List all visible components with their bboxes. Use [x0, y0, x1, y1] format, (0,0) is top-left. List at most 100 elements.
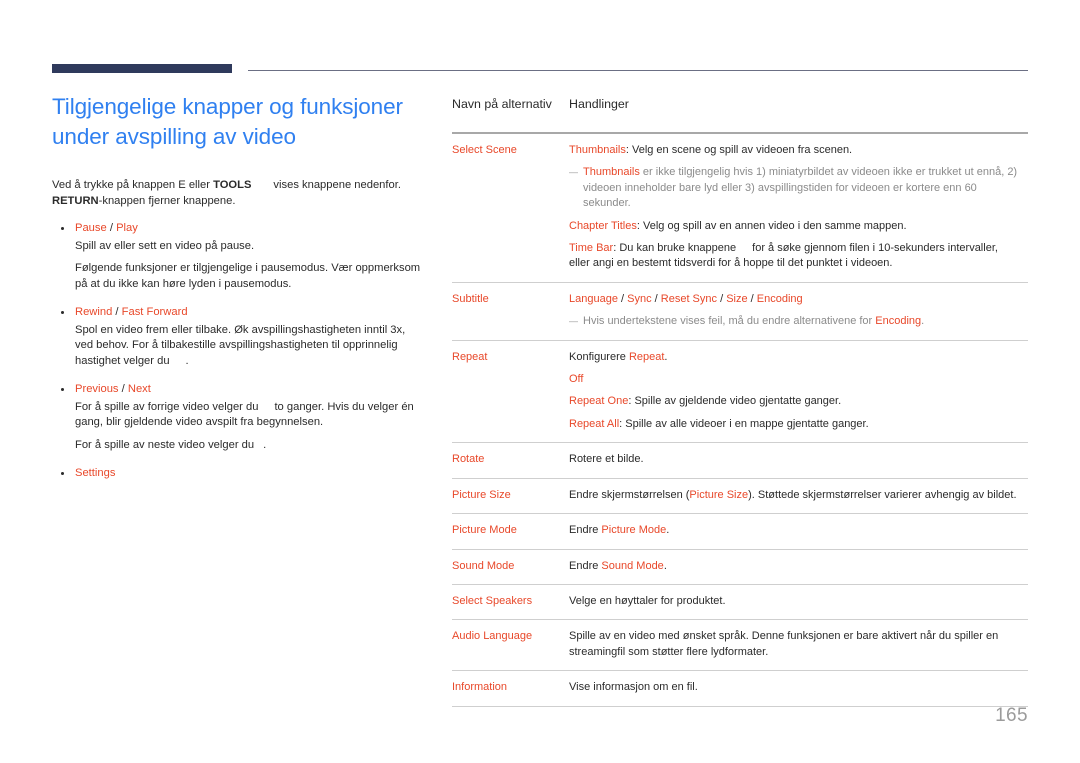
- term-fast-forward: Fast Forward: [121, 306, 188, 318]
- note-text-end: .: [921, 315, 925, 328]
- header-rule-thick: [52, 64, 232, 73]
- bullet-body: For å spille av forrige video velger du t…: [75, 400, 424, 431]
- button-function-list: Pause / Play Spill av eller sett en vide…: [52, 221, 424, 482]
- action-text-end: .: [666, 524, 670, 537]
- bullet-body-period: .: [185, 354, 189, 367]
- term-picture-mode: Picture Mode: [601, 524, 667, 537]
- table-row: Select Scene Thumbnails: Velg en scene o…: [452, 133, 1028, 283]
- row-actions-information: Vise informasjon om en fil.: [567, 670, 1028, 707]
- row-actions-repeat: Konfigurere Repeat. Off Repeat One: Spil…: [567, 340, 1028, 444]
- term-time-bar: Time Bar: [569, 242, 614, 255]
- table-row: Picture Size Endre skjermstørrelsen (Pic…: [452, 478, 1028, 515]
- action-text: : Spille av gjeldende video gjentatte ga…: [628, 395, 842, 408]
- action-text: : Du kan bruke knappene: [613, 242, 737, 255]
- page-title: Tilgjengelige knapper og funksjoner unde…: [52, 94, 403, 149]
- term-previous: Previous: [75, 383, 119, 395]
- action-line: Time Bar: Du kan bruke knappene for å søk…: [569, 241, 1018, 272]
- table-row: Audio Language Spille av en video med øn…: [452, 619, 1028, 672]
- action-text: : Spille av alle videoer i en mappe gjen…: [619, 417, 869, 430]
- bullet-body: Spill av eller sett en video på pause.: [75, 239, 255, 252]
- action-line: Language / Sync / Reset Sync / Size / En…: [569, 292, 803, 305]
- row-name-sound-mode: Sound Mode: [452, 549, 567, 585]
- term-language: Language: [569, 292, 618, 305]
- intro-tools-label: TOOLS: [213, 179, 252, 191]
- bullet-body: Spol en video frem eller tilbake. Øk avs…: [75, 323, 424, 370]
- slash-separator: /: [112, 306, 122, 318]
- term-repeat-all: Repeat All: [569, 417, 620, 430]
- table-header: Navn på alternativ Handlinger: [452, 96, 1028, 134]
- term-encoding-note: Encoding: [875, 315, 922, 328]
- term-play: Play: [116, 222, 138, 234]
- column-header-actions: Handlinger: [567, 96, 1028, 134]
- table-row: Picture Mode Endre Picture Mode.: [452, 513, 1028, 550]
- action-line: Endre Picture Mode.: [569, 523, 1018, 538]
- row-name-picture-mode: Picture Mode: [452, 513, 567, 550]
- column-header-name: Navn på alternativ: [452, 96, 567, 134]
- action-line: Chapter Titles: Velg og spill av en anne…: [569, 219, 1018, 234]
- row-actions-rotate: Rotere et bilde.: [567, 442, 1028, 479]
- note-text: Hvis undertekstene vises feil, må du end…: [583, 315, 876, 328]
- action-line: Vise informasjon om en fil.: [569, 681, 698, 694]
- row-name-select-speakers: Select Speakers: [452, 584, 567, 621]
- action-text: : Velg og spill av en annen video i den …: [636, 219, 907, 232]
- term-sound-mode: Sound Mode: [601, 559, 664, 572]
- note-text: er ikke tilgjengelig hvis 1) miniatyrbil…: [583, 166, 1018, 210]
- row-name-rotate: Rotate: [452, 442, 567, 479]
- intro-paragraph: Ved å trykke på knappen E eller TOOLS vis…: [52, 178, 424, 209]
- action-line: Spille av en video med ønsket språk. Den…: [569, 630, 999, 658]
- row-actions-select-scene: Thumbnails: Velg en scene og spill av vi…: [567, 133, 1028, 283]
- list-item: Settings: [52, 466, 424, 482]
- header-rule: [52, 64, 1028, 76]
- action-line: Repeat All: Spille av alle videoer i en …: [569, 417, 1018, 432]
- table-row: Select Speakers Velge en høyttaler for p…: [452, 584, 1028, 621]
- term-thumbnails: Thumbnails: [569, 144, 626, 156]
- term-reset-sync: Reset Sync: [660, 292, 718, 305]
- action-line: Rotere et bilde.: [569, 453, 644, 466]
- term-repeat: Repeat: [628, 350, 665, 363]
- term-pause: Pause: [75, 222, 107, 234]
- row-name-select-scene: Select Scene: [452, 133, 567, 283]
- action-text: Konfigurere: [569, 350, 629, 363]
- intro-line1-b: vises knappene nedenfor.: [273, 179, 401, 191]
- row-actions-picture-mode: Endre Picture Mode.: [567, 513, 1028, 550]
- term-next: Next: [127, 383, 151, 395]
- bullet-body-period: .: [263, 438, 267, 451]
- intro-line2-b: -knappen fjerner knappene.: [98, 194, 236, 207]
- action-note: Hvis undertekstene vises feil, må du end…: [569, 314, 1018, 330]
- options-table: Navn på alternativ Handlinger Select Sce…: [452, 96, 1028, 707]
- bullet-title-rewind-fast-forward: Rewind / Fast Forward: [75, 305, 424, 321]
- bullet-title-settings: Settings: [75, 466, 424, 482]
- term-thumbnails-note: Thumbnails: [583, 166, 640, 179]
- term-size: Size: [726, 292, 748, 305]
- action-text-end: ). Støttede skjermstørrelser varierer av…: [748, 488, 1017, 501]
- table-row: Repeat Konfigurere Repeat. Off Repeat On…: [452, 340, 1028, 444]
- action-line: Velge en høyttaler for produktet.: [569, 594, 726, 607]
- bullet-body: For å spille av neste video velger du.: [75, 438, 424, 454]
- table-row: Sound Mode Endre Sound Mode.: [452, 549, 1028, 585]
- table-body: Select Scene Thumbnails: Velg en scene o…: [452, 133, 1028, 707]
- row-name-subtitle: Subtitle: [452, 282, 567, 341]
- term-rewind: Rewind: [75, 306, 113, 318]
- term-encoding: Encoding: [756, 292, 803, 305]
- action-line: Thumbnails: Velg en scene og spill av vi…: [569, 143, 1018, 158]
- row-actions-sound-mode: Endre Sound Mode.: [567, 549, 1028, 585]
- row-actions-picture-size: Endre skjermstørrelsen (Picture Size). S…: [567, 478, 1028, 515]
- bullet-title-previous-next: Previous / Next: [75, 382, 424, 398]
- bullet-body-text-3: For å spille av neste video velger du: [75, 438, 255, 451]
- row-name-information: Information: [452, 670, 567, 707]
- term-repeat-one: Repeat One: [569, 395, 629, 408]
- table-header-row: Navn på alternativ Handlinger: [452, 96, 1028, 134]
- list-item: Pause / Play Spill av eller sett en vide…: [52, 221, 424, 292]
- page-number: 165: [995, 705, 1028, 726]
- row-name-audio-language: Audio Language: [452, 619, 567, 672]
- term-settings: Settings: [75, 467, 116, 479]
- term-off: Off: [569, 373, 584, 386]
- action-line: Endre Sound Mode.: [569, 559, 1018, 574]
- slash-separator: /: [118, 383, 128, 395]
- table-row: Subtitle Language / Sync / Reset Sync / …: [452, 282, 1028, 341]
- row-name-repeat: Repeat: [452, 340, 567, 444]
- bullet-body-text: For å spille av forrige video velger du: [75, 400, 259, 413]
- term-sync: Sync: [627, 292, 652, 305]
- row-actions-subtitle: Language / Sync / Reset Sync / Size / En…: [567, 282, 1028, 341]
- left-column: Tilgjengelige knapper og funksjoner unde…: [52, 92, 424, 495]
